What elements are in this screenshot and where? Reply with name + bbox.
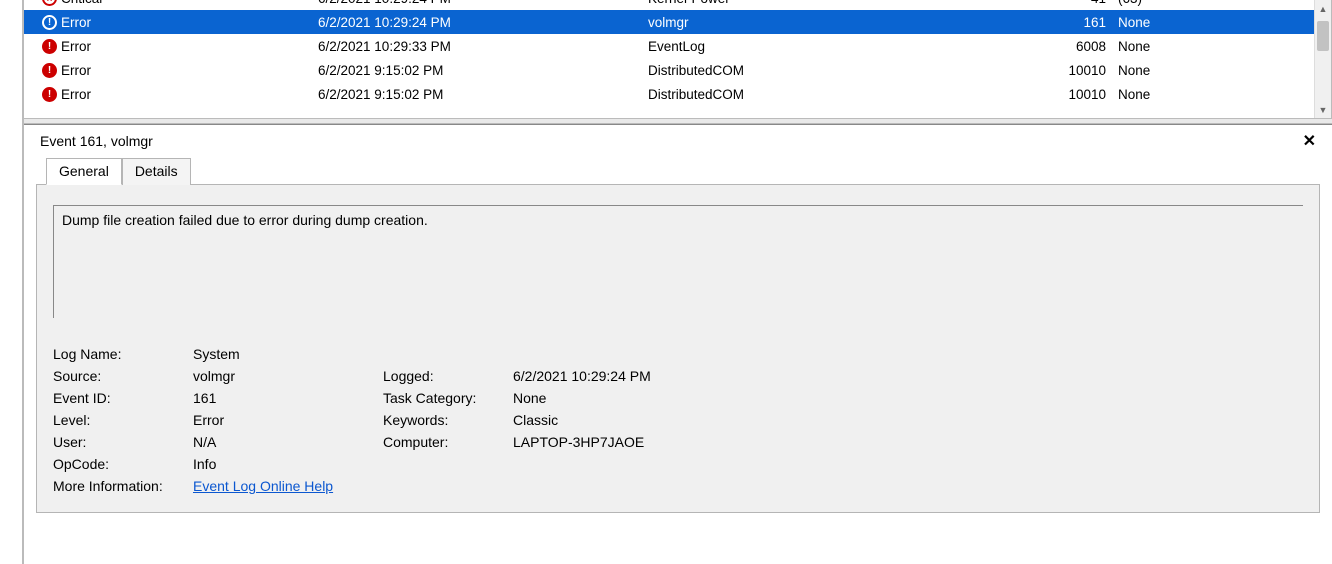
detail-title: Event 161, volmgr: [40, 133, 153, 149]
cell-level: Error: [61, 63, 91, 78]
events-grid[interactable]: Critical6/2/2021 10:29:24 PMKernel-Power…: [24, 0, 1332, 118]
cell-task: None: [1118, 39, 1331, 54]
cell-task: None: [1118, 87, 1331, 102]
cell-level: Error: [61, 39, 91, 54]
cell-date: 6/2/2021 9:15:02 PM: [318, 87, 648, 102]
level-icon: [42, 0, 57, 6]
value-eventid: 161: [193, 390, 383, 406]
label-logged: Logged:: [383, 368, 513, 384]
value-logged: 6/2/2021 10:29:24 PM: [513, 368, 813, 384]
table-row[interactable]: Error 6/2/2021 9:15:02 PMDistributedCOM10…: [24, 58, 1331, 82]
label-keywords: Keywords:: [383, 412, 513, 428]
value-source: volmgr: [193, 368, 383, 384]
cell-date: 6/2/2021 10:29:24 PM: [318, 15, 648, 30]
scroll-thumb[interactable]: [1317, 21, 1329, 51]
value-taskcat: None: [513, 390, 813, 406]
tab-general-page: Dump file creation failed due to error d…: [36, 185, 1320, 513]
cell-task: None: [1118, 15, 1331, 30]
value-logname: System: [193, 346, 383, 362]
value-user: N/A: [193, 434, 383, 450]
label-computer: Computer:: [383, 434, 513, 450]
cell-eventid: 10010: [1028, 87, 1118, 102]
cell-source: Kernel-Power: [648, 0, 1028, 6]
label-opcode: OpCode:: [53, 456, 193, 472]
cell-eventid: 41: [1028, 0, 1118, 6]
level-icon: [42, 15, 57, 30]
scroll-down-icon[interactable]: ▼: [1315, 101, 1331, 118]
value-computer: LAPTOP-3HP7JAOE: [513, 434, 813, 450]
level-icon: [42, 87, 57, 102]
cell-date: 6/2/2021 9:15:02 PM: [318, 63, 648, 78]
close-icon[interactable]: ✕: [1299, 131, 1320, 151]
scroll-up-icon[interactable]: ▲: [1315, 0, 1331, 17]
cell-source: EventLog: [648, 39, 1028, 54]
cell-eventid: 161: [1028, 15, 1118, 30]
value-level: Error: [193, 412, 383, 428]
level-icon: [42, 39, 57, 54]
detail-tabstrip: General Details: [36, 157, 1320, 185]
label-user: User:: [53, 434, 193, 450]
table-row[interactable]: Error 6/2/2021 10:29:24 PMvolmgr161None: [24, 10, 1331, 34]
cell-task: None: [1118, 63, 1331, 78]
cell-date: 6/2/2021 10:29:24 PM: [318, 0, 648, 6]
label-level: Level:: [53, 412, 193, 428]
value-keywords: Classic: [513, 412, 813, 428]
table-row[interactable]: Error 6/2/2021 9:15:02 PMDistributedCOM10…: [24, 82, 1331, 106]
cell-task: (63): [1118, 0, 1331, 6]
tab-details[interactable]: Details: [122, 158, 191, 185]
label-taskcat: Task Category:: [383, 390, 513, 406]
table-row[interactable]: Critical 6/2/2021 10:29:24 PMKernel-Power…: [24, 0, 1331, 10]
cell-source: DistributedCOM: [648, 63, 1028, 78]
label-logname: Log Name:: [53, 346, 193, 362]
event-description: Dump file creation failed due to error d…: [53, 205, 1303, 318]
cell-level: Error: [61, 15, 91, 30]
cell-eventid: 10010: [1028, 63, 1118, 78]
label-eventid: Event ID:: [53, 390, 193, 406]
grid-vertical-scrollbar[interactable]: ▲ ▼: [1314, 0, 1331, 118]
event-detail-pane: Event 161, volmgr ✕ General Details Dump…: [24, 124, 1332, 564]
cell-level: Critical: [61, 0, 102, 6]
cell-level: Error: [61, 87, 91, 102]
cell-source: volmgr: [648, 15, 1028, 30]
label-source: Source:: [53, 368, 193, 384]
value-opcode: Info: [193, 456, 383, 472]
cell-date: 6/2/2021 10:29:33 PM: [318, 39, 648, 54]
table-row[interactable]: Error 6/2/2021 10:29:33 PMEventLog6008Non…: [24, 34, 1331, 58]
level-icon: [42, 63, 57, 78]
label-moreinfo: More Information:: [53, 478, 193, 494]
event-log-online-help-link[interactable]: Event Log Online Help: [193, 478, 333, 494]
cell-source: DistributedCOM: [648, 87, 1028, 102]
event-properties-grid: Log Name: System Source: volmgr Logged: …: [53, 346, 1303, 494]
cell-eventid: 6008: [1028, 39, 1118, 54]
tab-general[interactable]: General: [46, 158, 122, 185]
